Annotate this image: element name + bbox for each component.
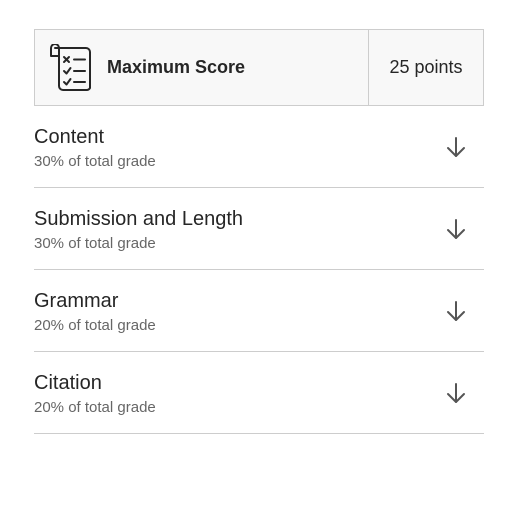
arrow-down-icon[interactable] bbox=[440, 295, 472, 327]
criteria-list: Content 30% of total grade Submission an… bbox=[34, 106, 484, 434]
criterion-name: Content bbox=[34, 126, 105, 148]
criterion-name: Submission and Length bbox=[34, 208, 244, 230]
criterion-weight: 20% of total grade bbox=[34, 399, 156, 416]
criterion-grammar[interactable]: Grammar 20% of total grade bbox=[34, 270, 484, 352]
criterion-weight: 20% of total grade bbox=[34, 317, 156, 334]
criterion-citation[interactable]: Citation 20% of total grade bbox=[34, 352, 484, 434]
criterion-text: Content 30% of total grade bbox=[34, 122, 156, 171]
criterion-content[interactable]: Content 30% of total grade bbox=[34, 106, 484, 188]
criterion-weight: 30% of total grade bbox=[34, 235, 156, 252]
criterion-name: Grammar bbox=[34, 290, 119, 312]
maximum-score-value: 25 points bbox=[368, 30, 483, 105]
arrow-down-icon[interactable] bbox=[440, 377, 472, 409]
rubric-panel: Maximum Score 25 points Content 30% of t… bbox=[34, 29, 484, 434]
checklist-icon bbox=[47, 43, 95, 92]
criterion-text: Citation 20% of total grade bbox=[34, 368, 156, 417]
criterion-text: Submission and Length 30% of total grade bbox=[34, 204, 243, 253]
arrow-down-icon[interactable] bbox=[440, 131, 472, 163]
criterion-text: Grammar 20% of total grade bbox=[34, 286, 156, 335]
criterion-weight: 30% of total grade bbox=[34, 153, 156, 170]
maximum-score-label-group: Maximum Score bbox=[35, 30, 368, 105]
maximum-score-title: Maximum Score bbox=[107, 57, 246, 77]
arrow-down-icon[interactable] bbox=[440, 213, 472, 245]
maximum-score-header: Maximum Score 25 points bbox=[34, 29, 484, 106]
criterion-submission-and-length[interactable]: Submission and Length 30% of total grade bbox=[34, 188, 484, 270]
criterion-name: Citation bbox=[34, 372, 102, 394]
